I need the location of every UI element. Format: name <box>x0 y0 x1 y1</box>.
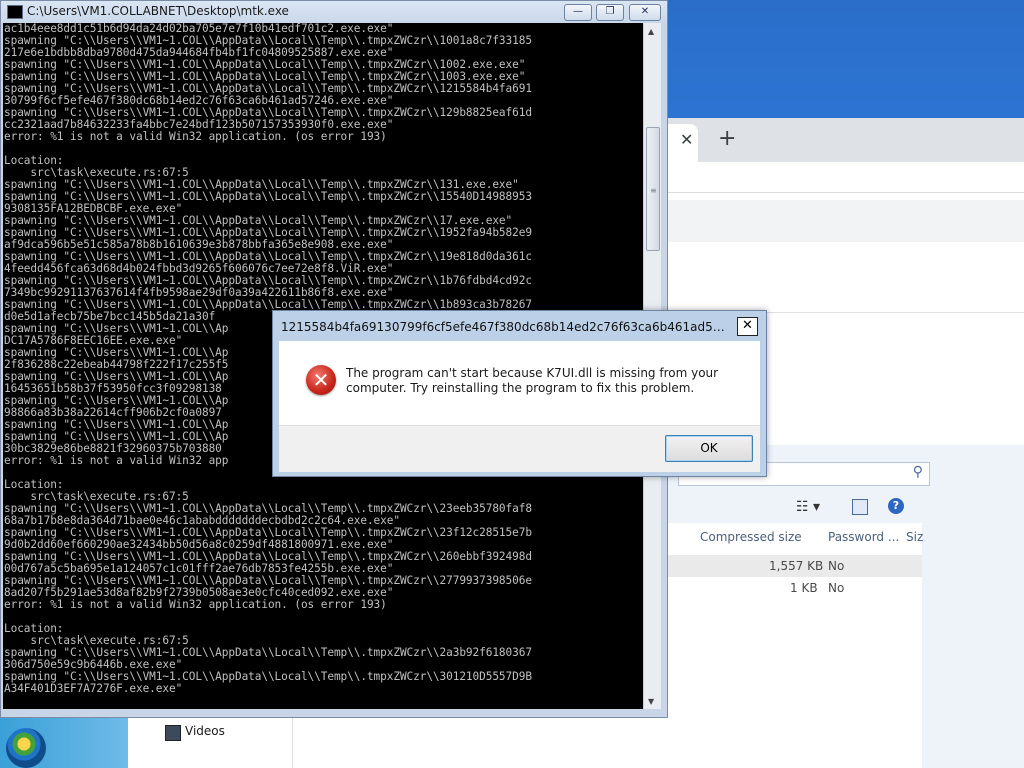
tab-close-icon[interactable]: ✕ <box>680 130 693 149</box>
scrollbar-thumb[interactable]: ≡ <box>646 127 660 251</box>
new-tab-icon[interactable]: + <box>718 126 736 151</box>
column-header-compressed-size[interactable]: Compressed size <box>700 530 802 544</box>
password-cell: No <box>828 559 845 573</box>
navigation-pane <box>128 712 293 768</box>
dialog-titlebar[interactable]: 1215584b4fa69130799f6cf5efe467f380dc68b1… <box>273 311 766 341</box>
console-title: C:\Users\VM1.COLLABNET\Desktop\mtk.exe <box>27 4 289 18</box>
ok-button[interactable]: OK <box>665 435 753 462</box>
console-line: error: %1 is not a valid Win32 app <box>4 454 229 467</box>
error-dialog: 1215584b4fa69130799f6cf5efe467f380dc68b1… <box>272 310 767 477</box>
videos-icon <box>165 725 181 741</box>
compressed-size-cell: 1 KB <box>790 581 818 595</box>
dialog-message: The program can't start because K7UI.dll… <box>346 366 719 395</box>
minimize-button[interactable]: — <box>564 4 592 21</box>
preview-pane-icon[interactable] <box>852 499 868 515</box>
browser-toolbar <box>668 162 1024 193</box>
console-titlebar[interactable]: C:\Users\VM1.COLLABNET\Desktop\mtk.exe —… <box>1 1 667 23</box>
scroll-down-arrow-icon[interactable]: ▼ <box>648 697 654 706</box>
dialog-close-button[interactable]: ✕ <box>737 317 758 336</box>
explorer-window: ⚲ ☷ ▾ ? Compressed size Password ... Siz… <box>668 445 1024 768</box>
dialog-title: 1215584b4fa69130799f6cf5efe467f380dc68b1… <box>281 320 731 334</box>
console-line: error: %1 is not a valid Win32 applicati… <box>4 130 387 143</box>
change-view-icon[interactable]: ☷ ▾ <box>796 499 820 515</box>
browser-titlebar <box>668 0 1024 118</box>
column-header-password[interactable]: Password ... <box>828 530 899 544</box>
close-button[interactable]: ✕ <box>629 4 661 21</box>
explorer-toolbar <box>668 495 922 523</box>
browser-content-header <box>668 200 1024 242</box>
dialog-footer: OK <box>279 425 760 472</box>
column-header-size[interactable]: Siz <box>906 530 923 544</box>
dialog-body: ✕ The program can't start because K7UI.d… <box>279 341 760 425</box>
console-line: error: %1 is not a valid Win32 applicati… <box>4 598 387 611</box>
console-line: A34F401D3EF7A7276F.exe.exe" <box>4 682 183 695</box>
console-app-icon <box>7 5 23 19</box>
help-icon[interactable]: ? <box>888 498 904 514</box>
nav-item-videos[interactable]: Videos <box>185 724 225 738</box>
start-button[interactable] <box>6 728 46 768</box>
scroll-up-arrow-icon[interactable]: ▲ <box>648 27 654 36</box>
compressed-size-cell: 1,557 KB <box>769 559 824 573</box>
maximize-button[interactable]: ❐ <box>596 4 624 21</box>
table-row[interactable]: 1,557 KB No <box>668 555 922 577</box>
search-icon[interactable]: ⚲ <box>913 464 923 480</box>
table-row[interactable]: 1 KB No <box>668 577 922 599</box>
password-cell: No <box>828 581 845 595</box>
grip-icon: ≡ <box>650 186 657 195</box>
error-icon: ✕ <box>306 365 336 395</box>
